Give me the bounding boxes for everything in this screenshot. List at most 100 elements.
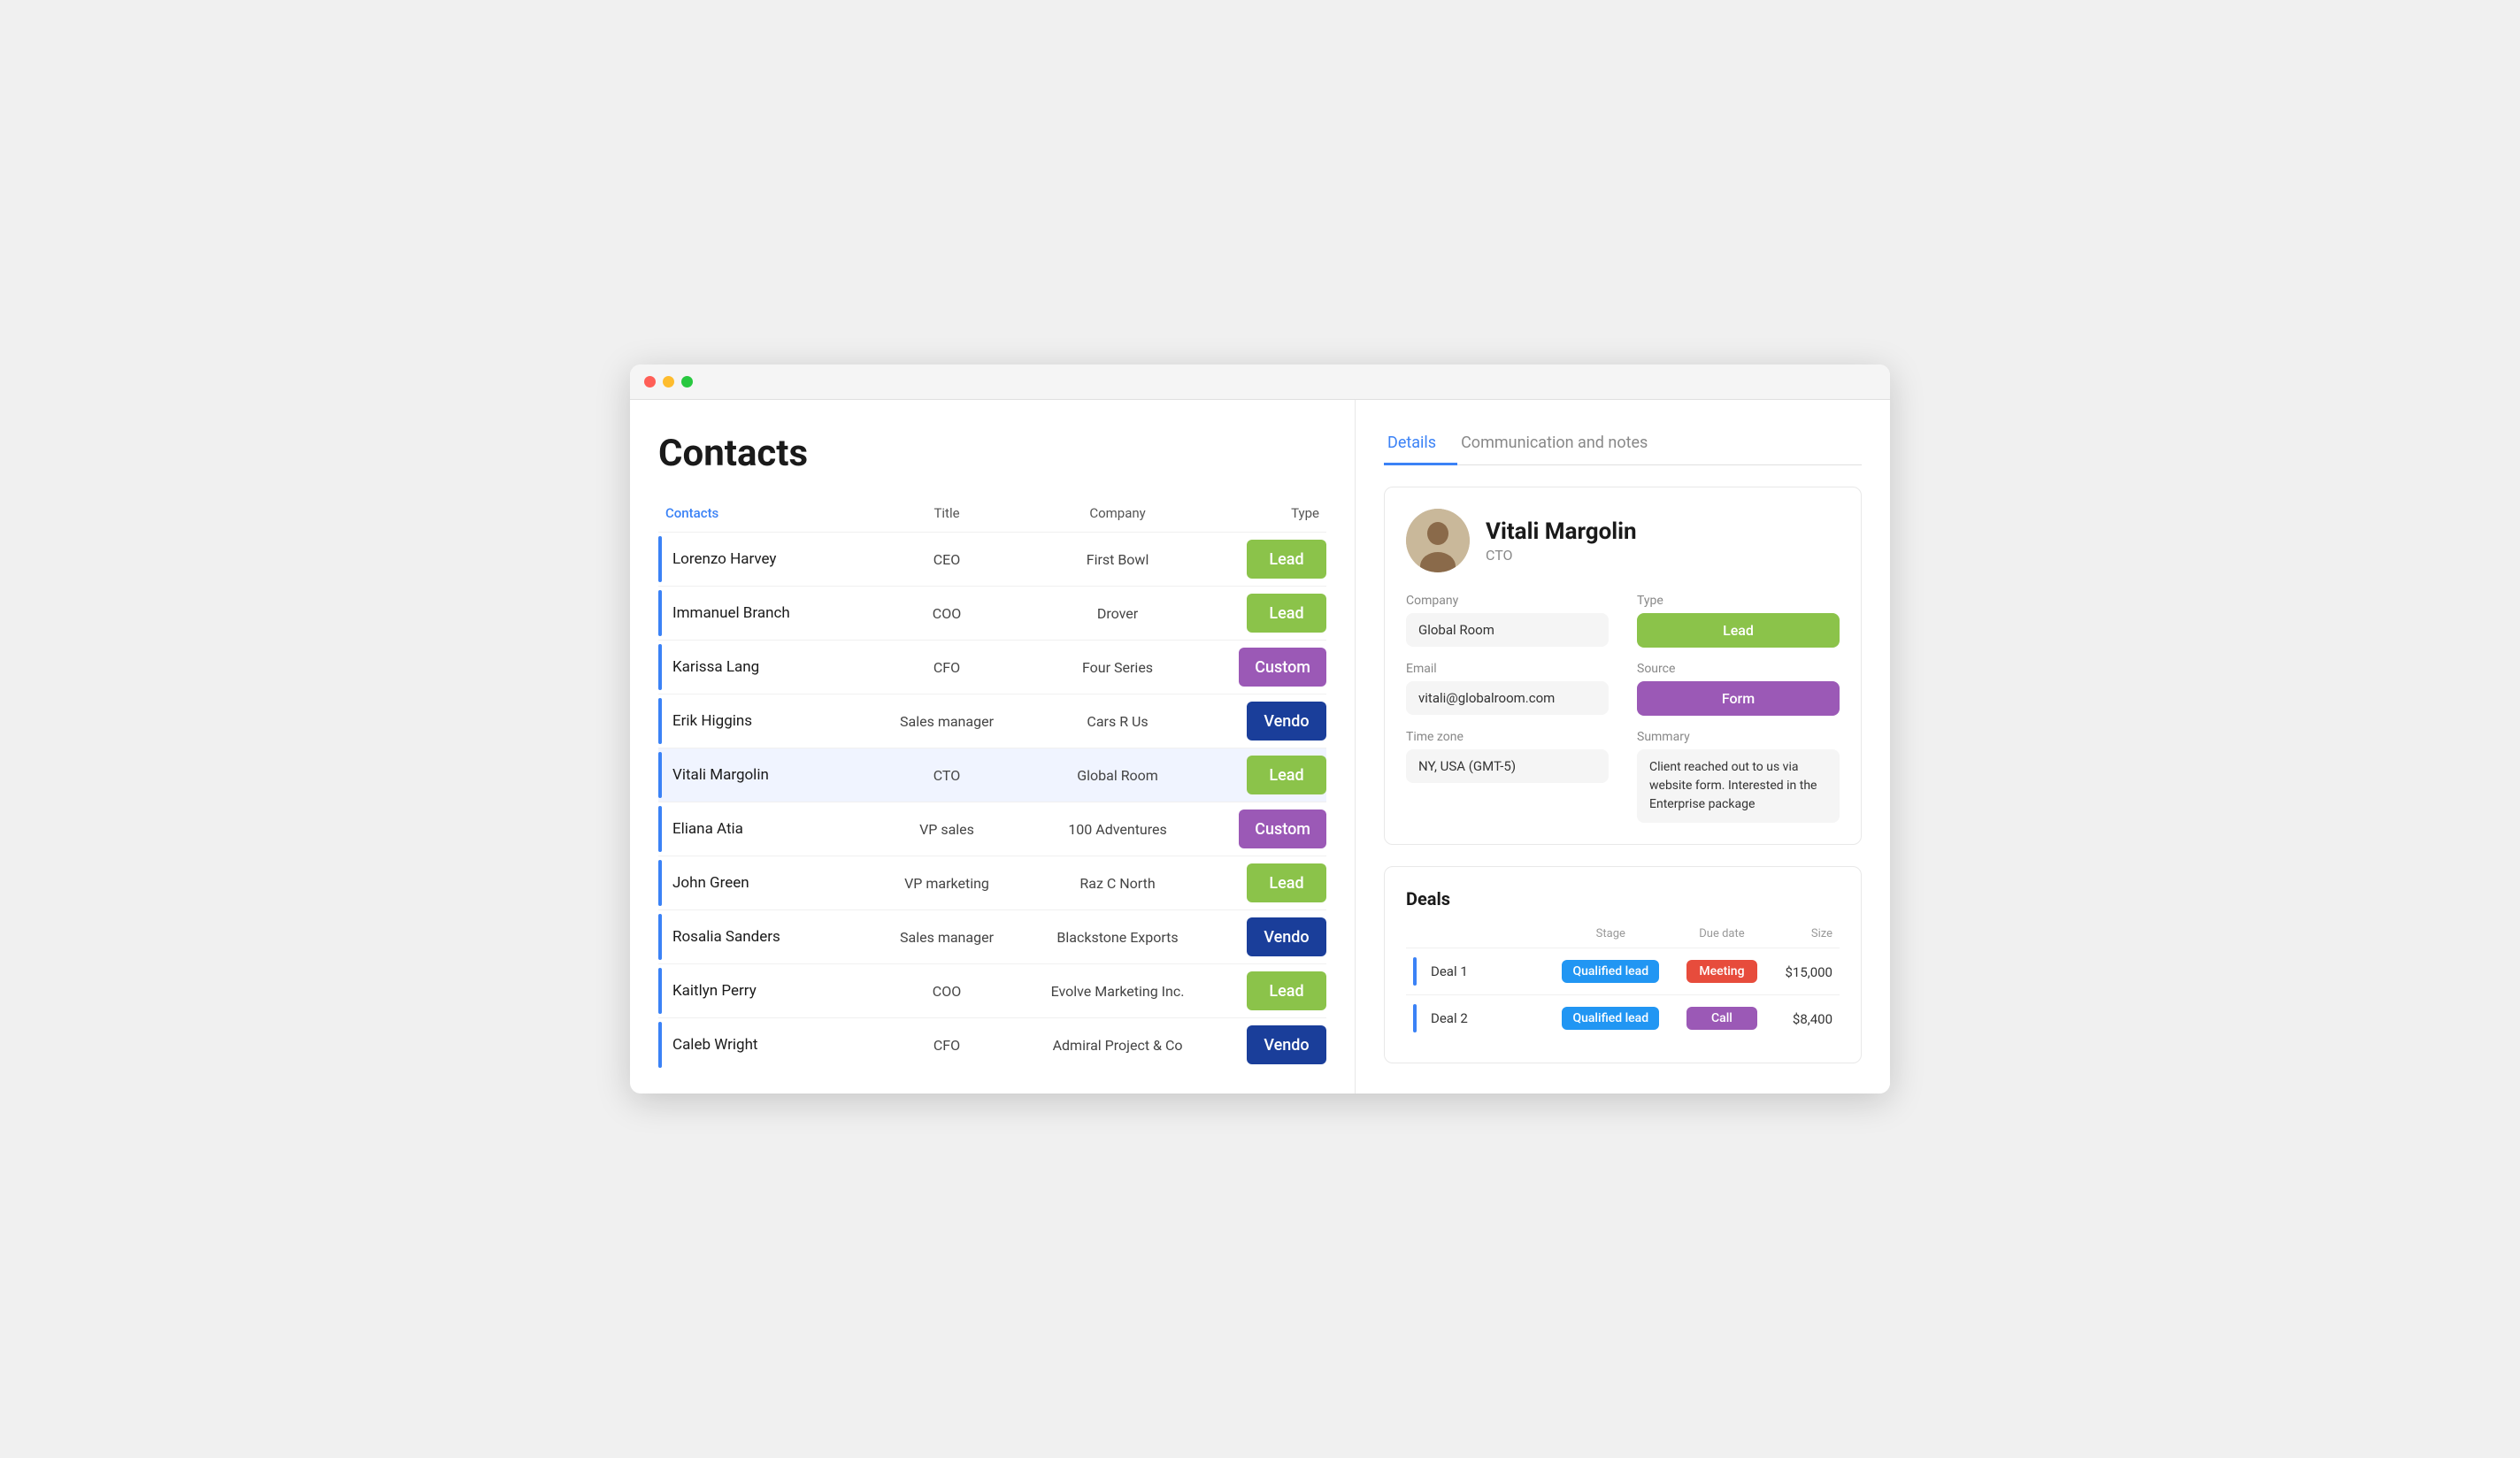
type-label: Type	[1637, 594, 1840, 608]
deal-size-cell: $15,000	[1770, 948, 1840, 995]
deal-stage-cell: Qualified lead	[1548, 995, 1674, 1042]
minimize-dot[interactable]	[663, 376, 674, 388]
cell-company: First Bowl	[1023, 533, 1212, 587]
type-badge: Lead	[1247, 863, 1326, 902]
company-cell: Drover	[1023, 605, 1212, 622]
type-cell: Lead	[1212, 540, 1326, 579]
cell-type: Lead	[1212, 533, 1326, 587]
cell-title: VP sales	[871, 802, 1023, 856]
company-cell: Blackstone Exports	[1023, 929, 1212, 946]
deal-border	[1413, 957, 1417, 986]
title-cell: VP marketing	[871, 875, 1023, 892]
deals-table: Stage Due date Size Deal 1 Qualified lea…	[1406, 924, 1840, 1041]
cell-type: Vendo	[1212, 910, 1326, 964]
deal-stage-cell: Qualified lead	[1548, 948, 1674, 995]
source-value: Form	[1637, 681, 1840, 716]
cell-name: Karissa Lang	[658, 641, 871, 694]
table-row[interactable]: Rosalia Sanders Sales manager Blackstone…	[658, 910, 1326, 964]
field-timezone: Time zone NY, USA (GMT-5)	[1406, 730, 1609, 823]
tab-communication[interactable]: Communication and notes	[1457, 425, 1669, 465]
deal-name: Deal 2	[1424, 1010, 1540, 1026]
deals-col-name	[1406, 924, 1548, 948]
table-row[interactable]: Karissa Lang CFO Four Series Custom	[658, 641, 1326, 694]
cell-name: Erik Higgins	[658, 694, 871, 748]
type-badge: Lead	[1247, 971, 1326, 1010]
deal-name-cell: Deal 2	[1406, 995, 1548, 1042]
right-panel: Details Communication and notes Vitali M…	[1356, 400, 1890, 1094]
deal-action-cell: Meeting	[1674, 948, 1771, 995]
cell-type: Lead	[1212, 587, 1326, 641]
field-summary: Summary Client reached out to us via web…	[1637, 730, 1840, 823]
company-cell: Four Series	[1023, 659, 1212, 676]
title-cell: Sales manager	[871, 713, 1023, 730]
table-row[interactable]: Kaitlyn Perry COO Evolve Marketing Inc. …	[658, 964, 1326, 1018]
cell-name: Eliana Atia	[658, 802, 871, 856]
type-cell: Lead	[1212, 971, 1326, 1010]
timezone-value: NY, USA (GMT-5)	[1406, 749, 1609, 783]
contact-name-cell: Erik Higgins	[662, 694, 857, 748]
contact-name-cell: John Green	[662, 856, 857, 909]
summary-label: Summary	[1637, 730, 1840, 744]
tab-details[interactable]: Details	[1384, 425, 1457, 465]
table-row[interactable]: Erik Higgins Sales manager Cars R Us Ven…	[658, 694, 1326, 748]
cell-company: Admiral Project & Co	[1023, 1018, 1212, 1072]
deal-size-cell: $8,400	[1770, 995, 1840, 1042]
table-row[interactable]: Immanuel Branch COO Drover Lead	[658, 587, 1326, 641]
cell-company: Cars R Us	[1023, 694, 1212, 748]
type-badge: Lead	[1247, 594, 1326, 633]
cell-name: Lorenzo Harvey	[658, 533, 871, 587]
deal-row: Deal 1 Qualified lead Meeting $15,000	[1406, 948, 1840, 995]
title-cell: CFO	[871, 659, 1023, 676]
deals-card: Deals Stage Due date Size Deal 1	[1384, 866, 1862, 1063]
company-cell: First Bowl	[1023, 551, 1212, 568]
avatar	[1406, 509, 1470, 572]
app-window: Contacts Contacts Title Company Type Lor…	[630, 364, 1890, 1094]
deal-name: Deal 1	[1424, 963, 1540, 979]
deal-action: Meeting	[1686, 960, 1757, 983]
maximize-dot[interactable]	[681, 376, 693, 388]
detail-card: Vitali Margolin CTO Company Global Room …	[1384, 487, 1862, 845]
cell-name: Immanuel Branch	[658, 587, 871, 641]
table-row[interactable]: Vitali Margolin CTO Global Room Lead	[658, 748, 1326, 802]
cell-type: Lead	[1212, 748, 1326, 802]
cell-company: Global Room	[1023, 748, 1212, 802]
type-cell: Vendo	[1212, 917, 1326, 956]
company-cell: 100 Adventures	[1023, 821, 1212, 838]
deal-size: $8,400	[1793, 1011, 1832, 1027]
type-badge: Lead	[1247, 540, 1326, 579]
type-cell: Custom	[1212, 810, 1326, 848]
field-email: Email vitali@globalroom.com	[1406, 662, 1609, 716]
company-label: Company	[1406, 594, 1609, 608]
cell-title: CFO	[871, 641, 1023, 694]
main-content: Contacts Contacts Title Company Type Lor…	[630, 400, 1890, 1094]
cell-name: John Green	[658, 856, 871, 910]
close-dot[interactable]	[644, 376, 656, 388]
table-row[interactable]: John Green VP marketing Raz C North Lead	[658, 856, 1326, 910]
deal-stage: Qualified lead	[1562, 1007, 1659, 1030]
table-row[interactable]: Lorenzo Harvey CEO First Bowl Lead	[658, 533, 1326, 587]
cell-title: CTO	[871, 748, 1023, 802]
contact-name-cell: Lorenzo Harvey	[662, 533, 857, 586]
cell-name: Vitali Margolin	[658, 748, 871, 802]
email-label: Email	[1406, 662, 1609, 676]
table-row[interactable]: Eliana Atia VP sales 100 Adventures Cust…	[658, 802, 1326, 856]
type-cell: Custom	[1212, 648, 1326, 687]
company-value: Global Room	[1406, 613, 1609, 647]
type-cell: Vendo	[1212, 702, 1326, 741]
cell-title: COO	[871, 964, 1023, 1018]
type-badge: Custom	[1239, 648, 1326, 687]
deal-stage: Qualified lead	[1562, 960, 1659, 983]
deal-size: $15,000	[1785, 964, 1832, 980]
title-cell: COO	[871, 605, 1023, 622]
cell-type: Lead	[1212, 964, 1326, 1018]
deals-title: Deals	[1406, 888, 1840, 909]
table-row[interactable]: Caleb Wright CFO Admiral Project & Co Ve…	[658, 1018, 1326, 1072]
contact-name-block: Vitali Margolin CTO	[1486, 518, 1637, 564]
cell-type: Vendo	[1212, 1018, 1326, 1072]
title-cell: Sales manager	[871, 929, 1023, 946]
email-value: vitali@globalroom.com	[1406, 681, 1609, 715]
deals-col-size: Size	[1770, 924, 1840, 948]
deals-col-duedate: Due date	[1674, 924, 1771, 948]
summary-value: Client reached out to us via website for…	[1637, 749, 1840, 823]
cell-title: CEO	[871, 533, 1023, 587]
